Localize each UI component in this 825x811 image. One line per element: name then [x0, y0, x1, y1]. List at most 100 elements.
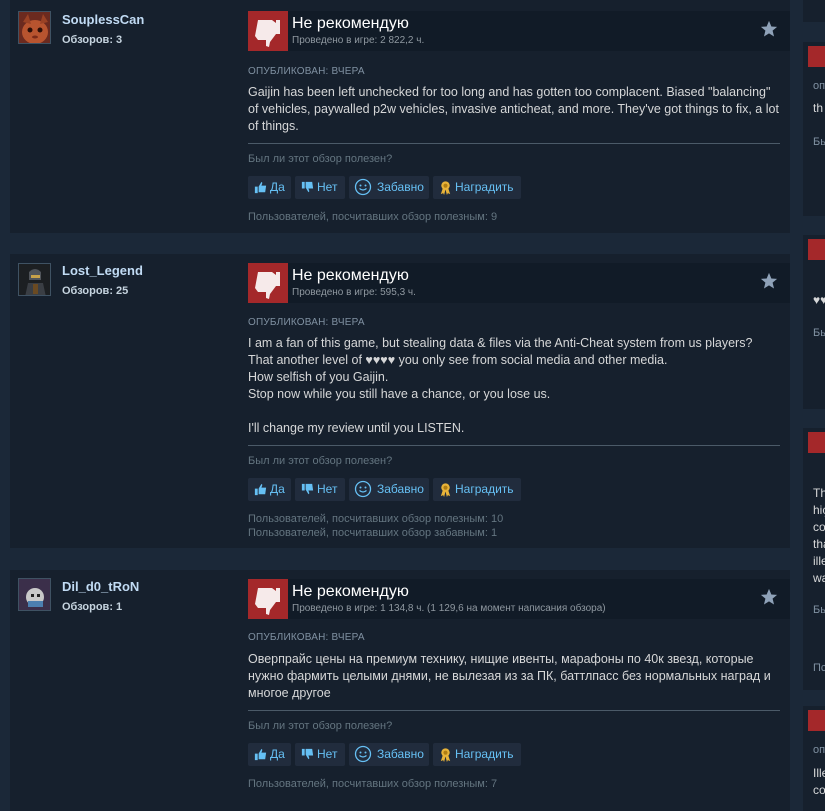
star-icon[interactable] — [760, 20, 778, 38]
side-snippet: th — [813, 101, 824, 115]
vote-funny-button[interactable]: Забавно — [349, 478, 429, 501]
award-label: Наградить — [455, 482, 514, 496]
thumbs-down-icon — [301, 483, 314, 495]
vote-yes-button[interactable]: Да — [248, 478, 291, 501]
side-snippet: wa — [813, 571, 825, 585]
review-card: Lost_Legend Обзоров: 25 Не рекомендую Пр… — [10, 254, 790, 548]
vote-funny-button[interactable]: Забавно — [349, 176, 429, 199]
side-review-card: оп th Бь — [803, 42, 825, 216]
posted-date: ОПУБЛИКОВАН: ВЧЕРА — [248, 317, 365, 328]
author-review-count[interactable]: Обзоров: 3 — [62, 34, 122, 46]
vote-funny-label: Забавно — [377, 180, 424, 194]
vote-yes-label: Да — [270, 747, 285, 761]
thumbs-up-icon — [254, 483, 267, 496]
hours-played: Проведено в игре: 595,3 ч. — [292, 287, 416, 298]
helpful-count: Пользователей, посчитавших обзор полезны… — [248, 211, 498, 223]
award-label: Наградить — [455, 747, 514, 761]
review-verdict[interactable]: Не рекомендую Проведено в игре: 595,3 ч. — [248, 263, 790, 303]
verdict-title: Не рекомендую — [292, 583, 409, 600]
side-review-card: оп Ille co — [803, 706, 825, 811]
thumbs-down-icon — [808, 239, 825, 260]
vote-funny-button[interactable]: Забавно — [349, 743, 429, 766]
thumbs-up-icon — [254, 181, 267, 194]
divider — [248, 710, 780, 711]
award-button[interactable]: Наградить — [433, 176, 521, 199]
star-icon[interactable] — [760, 588, 778, 606]
thumbs-up-icon — [254, 748, 267, 761]
helpful-question: Был ли этот обзор полезен? — [248, 720, 393, 732]
hours-played: Проведено в игре: 2 822,2 ч. — [292, 35, 425, 46]
review-verdict[interactable]: Не рекомендую Проведено в игре: 2 822,2 … — [248, 11, 790, 51]
side-snippet: Ille — [813, 766, 825, 780]
vote-funny-label: Забавно — [377, 482, 424, 496]
side-snippet: оп — [813, 744, 825, 756]
side-snippet: Бь — [813, 327, 825, 339]
author-review-count[interactable]: Обзоров: 1 — [62, 601, 122, 613]
side-review-card — [803, 0, 825, 22]
vote-yes-button[interactable]: Да — [248, 176, 291, 199]
side-snippet: hiç — [813, 503, 825, 517]
vote-no-label: Нет — [317, 747, 338, 761]
posted-date: ОПУБЛИКОВАН: ВЧЕРА — [248, 66, 365, 77]
award-button[interactable]: Наградить — [433, 478, 521, 501]
review-verdict[interactable]: Не рекомендую Проведено в игре: 1 134,8 … — [248, 579, 790, 619]
vote-yes-label: Да — [270, 180, 285, 194]
posted-date: ОПУБЛИКОВАН: ВЧЕРА — [248, 632, 365, 643]
side-snippet: co — [813, 520, 825, 534]
vote-no-button[interactable]: Нет — [295, 478, 345, 501]
side-snippet: Бь — [813, 136, 825, 148]
vote-yes-button[interactable]: Да — [248, 743, 291, 766]
side-snippet: ♥♥ — [813, 293, 825, 307]
avatar[interactable] — [18, 263, 51, 296]
vote-no-label: Нет — [317, 180, 338, 194]
thumbs-down-icon — [301, 181, 314, 193]
vote-funny-label: Забавно — [377, 747, 424, 761]
smiley-icon — [354, 178, 372, 196]
author-name[interactable]: Lost_Legend — [62, 263, 143, 278]
thumbs-down-icon — [808, 432, 825, 453]
verdict-title: Не рекомендую — [292, 15, 409, 32]
review-card: SouplessCan Обзоров: 3 Не рекомендую Про… — [10, 0, 790, 233]
smiley-icon — [354, 745, 372, 763]
vote-no-button[interactable]: Нет — [295, 743, 345, 766]
helpful-question: Был ли этот обзор полезен? — [248, 455, 393, 467]
thumbs-down-icon — [301, 748, 314, 760]
side-snippet: Пс — [813, 662, 825, 674]
thumbs-down-icon — [808, 710, 825, 731]
side-review-card: ♥♥ Бь — [803, 235, 825, 409]
helpful-count: Пользователей, посчитавших обзор полезны… — [248, 513, 504, 525]
vote-no-button[interactable]: Нет — [295, 176, 345, 199]
star-icon[interactable] — [760, 272, 778, 290]
review-text: I am a fan of this game, but stealing da… — [248, 336, 753, 435]
side-snippet: co — [813, 783, 825, 797]
avatar[interactable] — [18, 578, 51, 611]
review-text: Gaijin has been left unchecked for too l… — [248, 85, 783, 133]
award-button[interactable]: Наградить — [433, 743, 521, 766]
award-icon — [440, 483, 451, 497]
divider — [248, 445, 780, 446]
award-icon — [440, 181, 451, 195]
author-name[interactable]: SouplessCan — [62, 12, 144, 27]
author-name[interactable]: Dil_d0_tRoN — [62, 579, 139, 594]
review-text: Оверпрайс цены на премиум технику, нищие… — [248, 652, 775, 700]
side-snippet: tha — [813, 537, 825, 551]
smiley-icon — [354, 480, 372, 498]
vote-yes-label: Да — [270, 482, 285, 496]
thumbs-down-icon — [248, 263, 288, 303]
verdict-title: Не рекомендую — [292, 267, 409, 284]
review-card: Dil_d0_tRoN Обзоров: 1 Не рекомендую Про… — [10, 570, 790, 811]
side-snippet: Th — [813, 486, 825, 500]
thumbs-down-icon — [248, 11, 288, 51]
side-snippet: ille — [813, 554, 825, 568]
side-review-card: Th hiç co tha ille wa Бь Пс — [803, 428, 825, 690]
award-label: Наградить — [455, 180, 514, 194]
thumbs-down-icon — [808, 46, 825, 67]
side-snippet: оп — [813, 80, 825, 92]
funny-count: Пользователей, посчитавших обзор забавны… — [248, 527, 498, 539]
helpful-question: Был ли этот обзор полезен? — [248, 153, 393, 165]
author-review-count[interactable]: Обзоров: 25 — [62, 285, 128, 297]
side-snippet: Бь — [813, 604, 825, 616]
divider — [248, 143, 780, 144]
award-icon — [440, 748, 451, 762]
avatar[interactable] — [18, 11, 51, 44]
